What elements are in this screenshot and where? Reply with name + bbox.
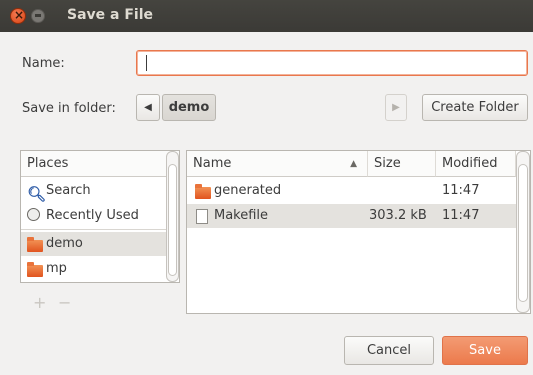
cancel-button[interactable]: Cancel — [344, 336, 434, 365]
file-name: Makefile — [214, 208, 269, 223]
name-field[interactable] — [136, 50, 528, 76]
files-scrollbar[interactable] — [516, 151, 530, 313]
chevron-right-icon: ▶ — [392, 102, 400, 113]
minimize-icon — [35, 14, 41, 17]
files-scrollbar-thumb[interactable] — [518, 164, 528, 302]
file-icon — [196, 209, 208, 224]
places-sidebar: Places 🔍︎ Search Recently Used demo mp — [20, 150, 180, 283]
column-header-modified[interactable]: Modified — [436, 151, 516, 177]
recent-icon — [27, 208, 40, 221]
column-name-label: Name — [193, 156, 232, 171]
folder-icon — [27, 262, 43, 277]
name-input[interactable] — [141, 52, 525, 76]
folder-label: Save in folder: — [22, 101, 116, 116]
close-icon: × — [14, 8, 25, 22]
places-item-label: mp — [46, 261, 67, 276]
places-scrollbar-thumb[interactable] — [168, 164, 177, 276]
column-header-size[interactable]: Size — [368, 151, 436, 177]
save-button[interactable]: Save — [442, 336, 528, 365]
places-item-label: demo — [46, 236, 83, 251]
column-header-name[interactable]: Name ▲ — [187, 151, 368, 177]
path-forward-button[interactable]: ▶ — [385, 94, 407, 121]
chevron-left-icon: ◀ — [144, 102, 152, 113]
file-modified: 11:47 — [442, 183, 480, 198]
places-item-recently-used[interactable]: Recently Used — [21, 204, 179, 228]
text-caret — [146, 55, 147, 71]
folder-icon — [27, 237, 43, 252]
places-item-demo[interactable]: demo — [21, 232, 169, 256]
window-title: Save a File — [67, 7, 154, 23]
name-label: Name: — [22, 56, 65, 71]
save-file-dialog: × Save a File Name: Save in folder: ◀ de… — [0, 0, 533, 375]
places-item-mp[interactable]: mp — [21, 257, 169, 281]
file-modified: 11:47 — [442, 208, 480, 223]
close-window-button[interactable]: × — [10, 8, 26, 24]
path-segment-demo[interactable]: demo — [162, 94, 216, 121]
places-item-search[interactable]: 🔍︎ Search — [21, 179, 179, 203]
add-bookmark-button[interactable]: + — [33, 293, 46, 312]
file-row[interactable]: generated 11:47 — [187, 179, 516, 203]
places-header: Places — [21, 151, 179, 177]
remove-bookmark-button[interactable]: − — [58, 293, 71, 312]
file-size: 303.2 kB — [369, 208, 427, 223]
minimize-window-button[interactable] — [31, 9, 45, 23]
sort-ascending-icon: ▲ — [350, 159, 357, 169]
folder-icon — [195, 184, 211, 199]
create-folder-button[interactable]: Create Folder — [422, 94, 528, 121]
file-name: generated — [214, 183, 282, 198]
path-back-button[interactable]: ◀ — [136, 94, 160, 121]
places-scrollbar[interactable] — [166, 151, 179, 282]
search-icon: 🔍︎ — [27, 185, 47, 203]
places-item-label: Recently Used — [46, 208, 139, 223]
places-item-label: Search — [46, 183, 91, 198]
file-row[interactable]: Makefile 303.2 kB 11:47 — [187, 204, 516, 228]
title-bar[interactable]: × Save a File — [0, 0, 533, 32]
places-separator — [21, 229, 179, 230]
file-list: Name ▲ Size Modified generated 11:47 Mak… — [186, 150, 531, 314]
